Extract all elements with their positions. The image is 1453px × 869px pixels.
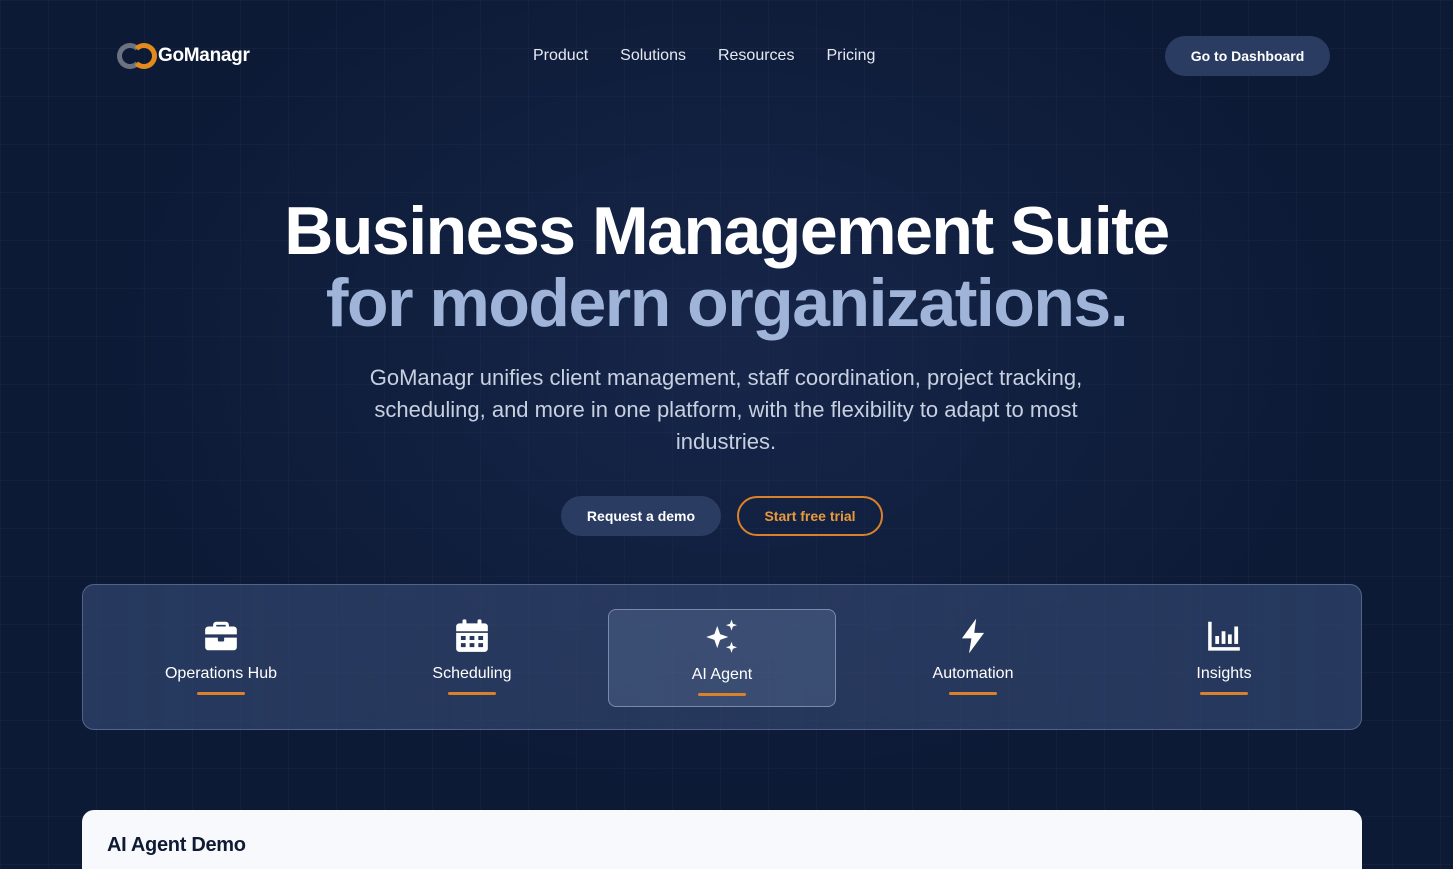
nav-solutions[interactable]: Solutions <box>620 46 686 66</box>
hero-subtitle: GoManagr unifies client management, staf… <box>369 365 1083 454</box>
tab-label: AI Agent <box>691 666 753 683</box>
tab-ai-agent[interactable]: AI Agent <box>608 609 836 707</box>
tab-operations-hub[interactable]: Operations Hub <box>107 609 335 707</box>
tab-underline <box>698 693 746 696</box>
tab-label: Insights <box>1196 665 1252 682</box>
go-to-dashboard-button[interactable]: Go to Dashboard <box>1165 36 1330 76</box>
start-trial-button[interactable]: Start free trial <box>737 496 883 536</box>
feature-tabs: Operations Hub Scheduling AI Agent Autom… <box>82 584 1362 730</box>
brand-logo[interactable]: GoManagr <box>117 43 250 69</box>
tab-underline <box>1200 692 1248 695</box>
main-nav: Product Solutions Resources Pricing <box>533 46 875 66</box>
nav-product[interactable]: Product <box>533 46 588 66</box>
tab-automation[interactable]: Automation <box>859 609 1087 707</box>
logo-icon <box>117 43 157 69</box>
brand-name: GoManagr <box>158 45 250 66</box>
lightning-icon <box>961 618 985 654</box>
bar-chart-icon <box>1208 621 1240 651</box>
tab-scheduling[interactable]: Scheduling <box>358 609 586 707</box>
tab-underline <box>949 692 997 695</box>
briefcase-icon <box>205 621 237 651</box>
nav-pricing[interactable]: Pricing <box>826 46 875 66</box>
tab-underline <box>448 692 496 695</box>
tab-label: Scheduling <box>432 665 512 682</box>
nav-resources[interactable]: Resources <box>718 46 794 66</box>
tab-underline <box>197 692 245 695</box>
demo-title: AI Agent Demo <box>107 834 246 856</box>
demo-card: AI Agent Demo <box>82 810 1362 869</box>
request-demo-button[interactable]: Request a demo <box>561 496 721 536</box>
tab-label: Operations Hub <box>164 665 278 682</box>
hero-title-secondary: for modern organizations. <box>325 265 1129 341</box>
sparkles-icon <box>706 619 738 653</box>
hero-title: Business Management Suite <box>284 193 1170 269</box>
tab-insights[interactable]: Insights <box>1110 609 1338 707</box>
calendar-icon <box>456 619 488 652</box>
tab-label: Automation <box>932 665 1014 682</box>
